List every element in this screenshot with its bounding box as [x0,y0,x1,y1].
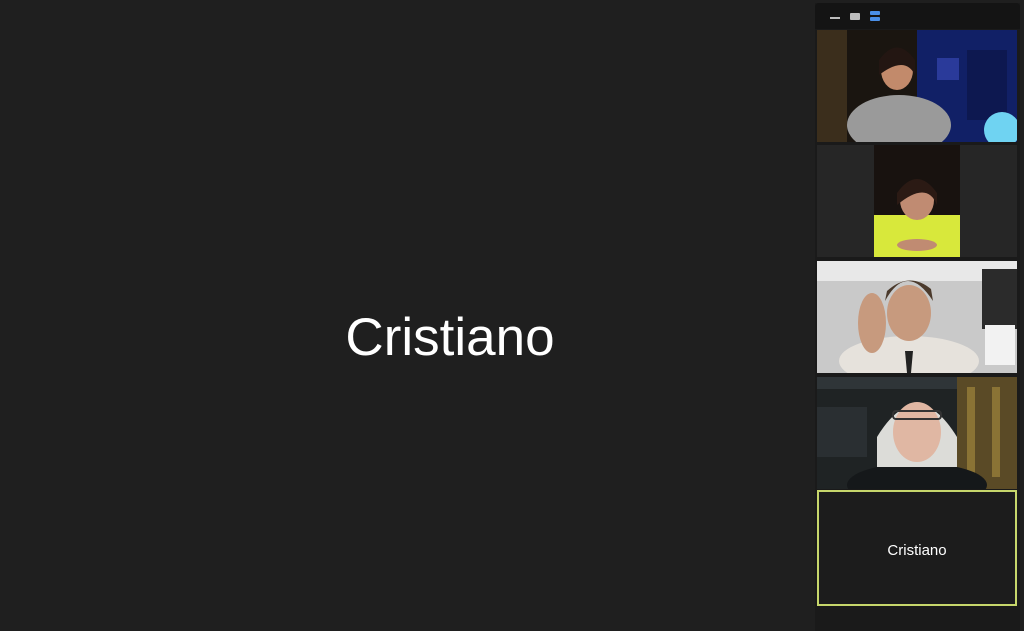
participant-video-1[interactable] [817,30,1017,142]
stacked-view-icon[interactable] [870,11,880,21]
minimize-icon[interactable] [830,17,840,19]
active-speaker-name: Cristiano [345,308,555,367]
participant-name: Cristiano [887,542,947,559]
view-controls-bar [815,3,1020,29]
participant-tile-active[interactable]: Cristiano [817,490,1017,606]
filmstrip-icon[interactable] [850,13,860,20]
participant-video-2[interactable] [817,145,1017,257]
participant-video-4[interactable] [817,377,1017,489]
participant-video-3[interactable] [817,261,1017,373]
main-video-stage: Cristiano [0,0,812,631]
